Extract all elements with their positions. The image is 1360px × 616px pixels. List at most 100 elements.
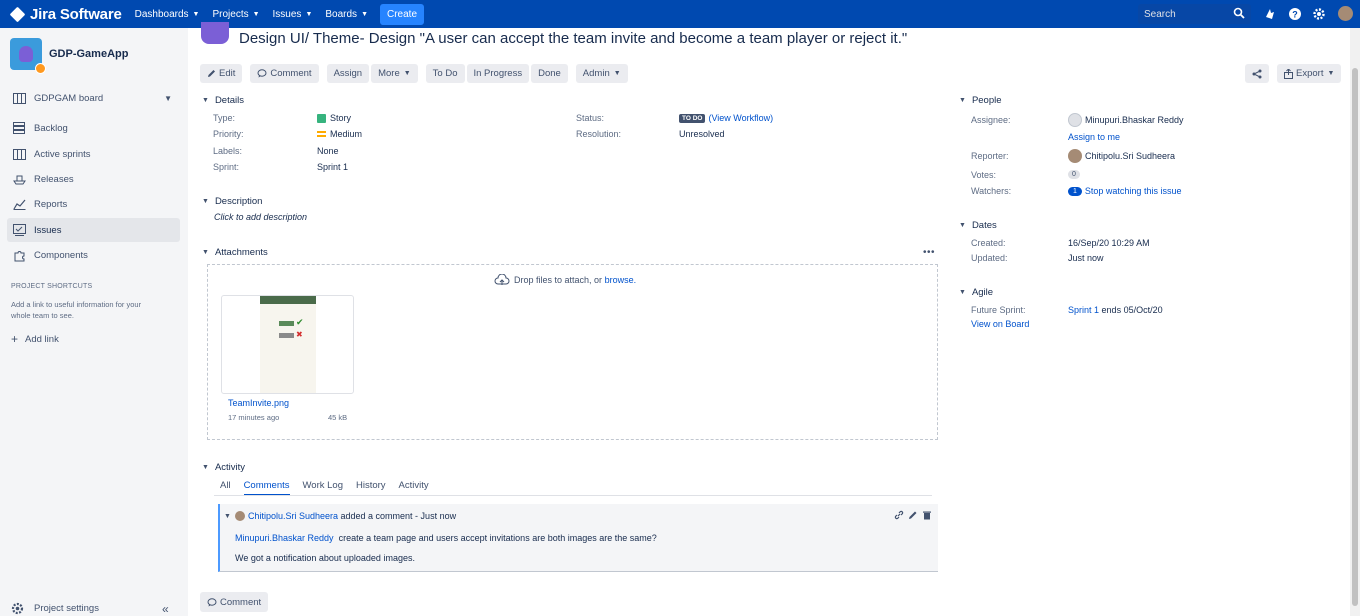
check-icon: ✔ — [296, 317, 304, 327]
details-heading: Details — [214, 95, 244, 106]
view-on-board-link[interactable]: View on Board — [971, 319, 1029, 329]
assign-button[interactable]: Assign — [326, 64, 370, 83]
description-field[interactable]: Click to add description — [214, 212, 307, 222]
sidebar-board-label: GDPGAM board — [34, 92, 104, 104]
issue-title[interactable]: Design UI/ Theme- Design "A user can acc… — [239, 30, 907, 47]
share-button[interactable] — [1245, 64, 1269, 83]
comment-author-link[interactable]: Chitipolu.Sri Sudheera — [248, 511, 338, 521]
attachments-more-icon[interactable]: ••• — [923, 247, 935, 258]
description-section-toggle[interactable]: ▼ Description — [202, 196, 262, 207]
page-scrollbar[interactable] — [1350, 28, 1360, 616]
status-value: TO DO (View Workflow) — [679, 113, 773, 123]
attachment-filename[interactable]: TeamInvite.png — [228, 398, 289, 408]
status-label: Status: — [576, 113, 605, 123]
reporter-label: Reporter: — [971, 151, 1009, 161]
tab-work-log[interactable]: Work Log — [303, 480, 343, 496]
collapse-comment-icon[interactable]: ▼ — [224, 513, 231, 520]
dates-section-toggle[interactable]: ▼ Dates — [959, 220, 997, 231]
chevron-down-icon: ▼ — [202, 198, 209, 205]
chart-icon — [12, 197, 26, 211]
comment-toolbar-button[interactable]: Comment — [250, 64, 319, 83]
attachment-thumbnail[interactable]: ✔ ✖ — [221, 295, 354, 394]
more-button[interactable]: More ▼ — [371, 64, 418, 83]
sidebar-item-backlog[interactable]: Backlog — [7, 116, 180, 140]
agile-heading: Agile — [971, 287, 994, 298]
sidebar-item-active-sprints[interactable]: Active sprints — [7, 142, 180, 166]
export-button[interactable]: Export ▼ — [1277, 64, 1342, 83]
watchers-count[interactable]: 1 — [1068, 186, 1082, 196]
search-input[interactable]: Search — [1138, 4, 1251, 24]
tab-all[interactable]: All — [220, 480, 231, 496]
people-section-toggle[interactable]: ▼ People — [959, 95, 1002, 106]
sprint-value[interactable]: Sprint 1 — [317, 162, 348, 172]
thumbnail-accept — [279, 321, 294, 326]
activity-section-toggle[interactable]: ▼ Activity — [202, 462, 245, 473]
jira-logo[interactable]: Jira Software — [9, 6, 122, 23]
tab-activity[interactable]: Activity — [399, 480, 429, 496]
votes-value[interactable]: 0 — [1068, 170, 1080, 179]
nav-issues-label: Issues — [272, 8, 302, 20]
sidebar-item-board[interactable]: GDPGAM board ▼ — [7, 86, 180, 110]
nav-boards[interactable]: Boards ▼ — [325, 9, 368, 20]
sidebar-item-label: Components — [34, 249, 88, 261]
details-section-toggle[interactable]: ▼ Details — [202, 95, 244, 106]
add-link-label: Add link — [25, 333, 59, 345]
board-icon — [12, 91, 26, 105]
permalink-icon[interactable] — [894, 510, 904, 520]
sidebar-item-issues[interactable]: Issues — [7, 218, 180, 242]
tab-history[interactable]: History — [356, 480, 386, 496]
tab-comments[interactable]: Comments — [243, 480, 290, 496]
assign-to-me-link[interactable]: Assign to me — [1068, 132, 1120, 142]
add-comment-button[interactable]: Comment — [200, 592, 269, 612]
watchers-label: Watchers: — [971, 186, 1012, 196]
create-button[interactable]: Create — [380, 3, 425, 25]
issue-type-avatar-icon — [201, 22, 229, 44]
nav-dashboards[interactable]: Dashboards ▼ — [135, 9, 200, 20]
attachment-dropzone[interactable]: Drop files to attach, or browse. ✔ ✖ Tea… — [207, 264, 938, 440]
labels-value[interactable]: None — [317, 146, 339, 156]
svg-text:?: ? — [1292, 10, 1298, 20]
mention-link[interactable]: Minupuri.Bhaskar Reddy — [235, 533, 334, 543]
user-avatar[interactable] — [1338, 6, 1353, 21]
chevron-down-icon: ▼ — [192, 10, 200, 18]
assignee-name: Minupuri.Bhaskar Reddy — [1085, 115, 1184, 125]
nav-boards-label: Boards — [325, 8, 358, 20]
notifications-icon[interactable] — [1263, 7, 1277, 21]
project-header[interactable]: GDP-GameApp — [10, 38, 128, 74]
assignee-value[interactable]: Minupuri.Bhaskar Reddy — [1068, 113, 1184, 127]
scrollbar-thumb[interactable] — [1352, 68, 1358, 606]
add-comment-label: Comment — [220, 596, 262, 608]
gear-icon[interactable] — [1312, 7, 1326, 21]
chevron-down-icon: ▼ — [959, 222, 966, 229]
created-value: 16/Sep/20 10:29 AM — [1068, 238, 1150, 248]
type-text: Story — [330, 113, 352, 123]
priority-value[interactable]: Medium — [317, 129, 362, 139]
admin-button[interactable]: Admin ▼ — [575, 64, 628, 83]
nav-projects[interactable]: Projects ▼ — [212, 9, 259, 20]
chevron-down-icon: ▼ — [1327, 70, 1335, 77]
project-shortcuts-text: Add a link to useful information for you… — [11, 300, 142, 320]
reporter-value[interactable]: Chitipolu.Sri Sudheera — [1068, 149, 1175, 163]
browse-link[interactable]: browse. — [605, 275, 637, 285]
sidebar-item-components[interactable]: Components — [7, 243, 180, 267]
todo-button[interactable]: To Do — [425, 64, 465, 83]
pencil-icon[interactable] — [908, 510, 918, 520]
project-settings-link[interactable]: Project settings — [11, 602, 99, 615]
add-link-button[interactable]: + Add link — [11, 332, 59, 346]
nav-issues[interactable]: Issues ▼ — [273, 9, 313, 20]
help-icon[interactable]: ? — [1288, 7, 1302, 21]
attachments-section-toggle[interactable]: ▼ Attachments — [202, 247, 268, 258]
trash-icon[interactable] — [922, 510, 932, 520]
done-button[interactable]: Done — [531, 64, 568, 83]
collapse-sidebar-icon[interactable]: « — [162, 602, 169, 616]
view-workflow-link[interactable]: (View Workflow) — [708, 113, 773, 123]
sidebar-item-releases[interactable]: Releases — [7, 167, 180, 191]
edit-button[interactable]: Edit — [200, 64, 243, 83]
sidebar-item-reports[interactable]: Reports — [7, 192, 180, 216]
search-placeholder: Search — [1144, 8, 1176, 20]
stop-watching-link[interactable]: Stop watching this issue — [1085, 186, 1182, 196]
resolution-value: Unresolved — [679, 129, 725, 139]
in-progress-button[interactable]: In Progress — [466, 64, 530, 83]
sprint-link[interactable]: Sprint 1 — [1068, 305, 1099, 315]
agile-section-toggle[interactable]: ▼ Agile — [959, 287, 993, 298]
